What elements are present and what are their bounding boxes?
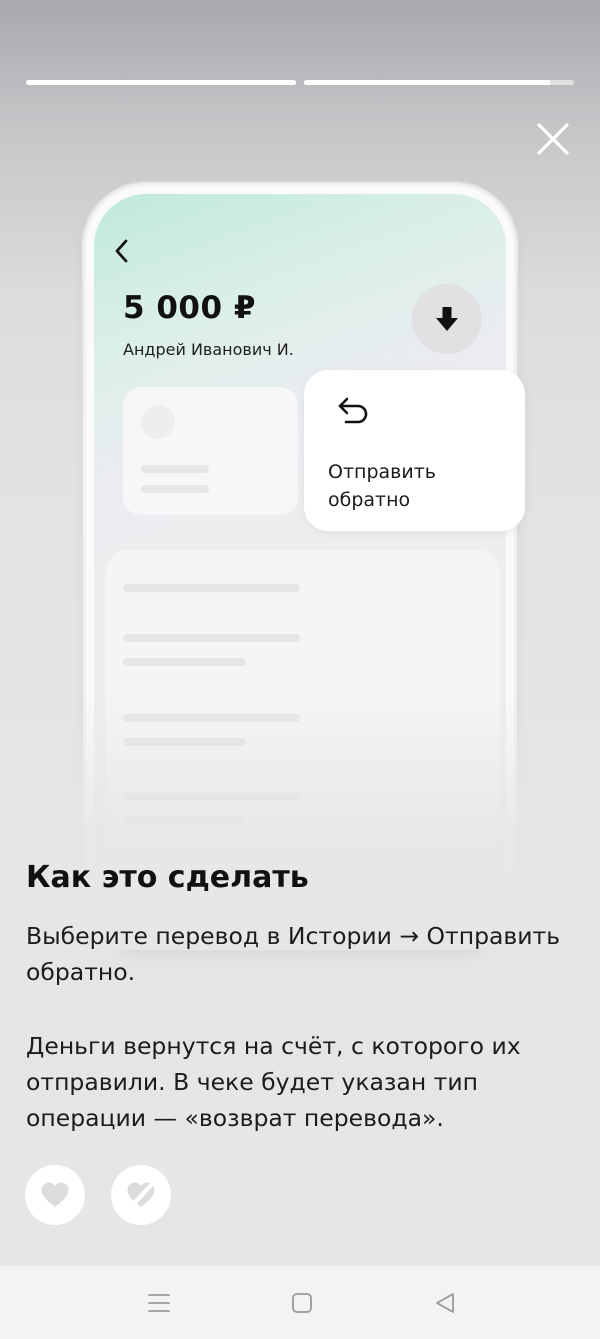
placeholder-line [123,658,246,666]
transfer-amount: 5 000 ₽ [123,290,256,326]
close-icon [537,123,569,155]
placeholder-avatar [141,405,175,439]
story-progress-2 [304,80,574,85]
placeholder-line [123,634,300,642]
story-progress-1 [26,80,296,85]
like-button[interactable] [25,1165,85,1225]
instruction-title: Как это сделать [26,860,309,895]
close-button[interactable] [534,120,572,158]
heart-icon [41,1182,69,1207]
nav-back-button[interactable] [430,1288,460,1318]
story-progress-2-fill [304,80,550,85]
nav-home-button[interactable] [287,1288,317,1318]
payee-name: Андрей Иванович И. [123,340,294,359]
heart-crossed-icon [127,1180,156,1211]
system-nav-bar [0,1266,600,1339]
instruction-note: Деньги вернутся на счёт, с которого их о… [26,1032,521,1132]
dislike-button[interactable] [111,1165,171,1225]
menu-icon [148,1294,170,1312]
download-button [412,284,482,354]
placeholder-line [141,485,209,493]
arrow-down-icon [436,307,458,331]
chevron-left-icon [115,239,128,263]
illustration-fade [0,690,600,950]
send-back-popup: Отправить обратно [304,370,525,531]
return-arrow-icon [338,397,368,424]
nav-menu-button[interactable] [144,1288,174,1318]
instruction-step: Выберите перевод в Истории → Отправить о… [26,922,561,986]
story-progress-1-fill [26,80,296,85]
placeholder-line [141,465,209,473]
square-icon [292,1293,312,1313]
triangle-back-icon [436,1293,454,1313]
placeholder-line [123,584,300,592]
placeholder-card [123,387,298,515]
send-back-label: Отправить обратно [328,461,436,511]
